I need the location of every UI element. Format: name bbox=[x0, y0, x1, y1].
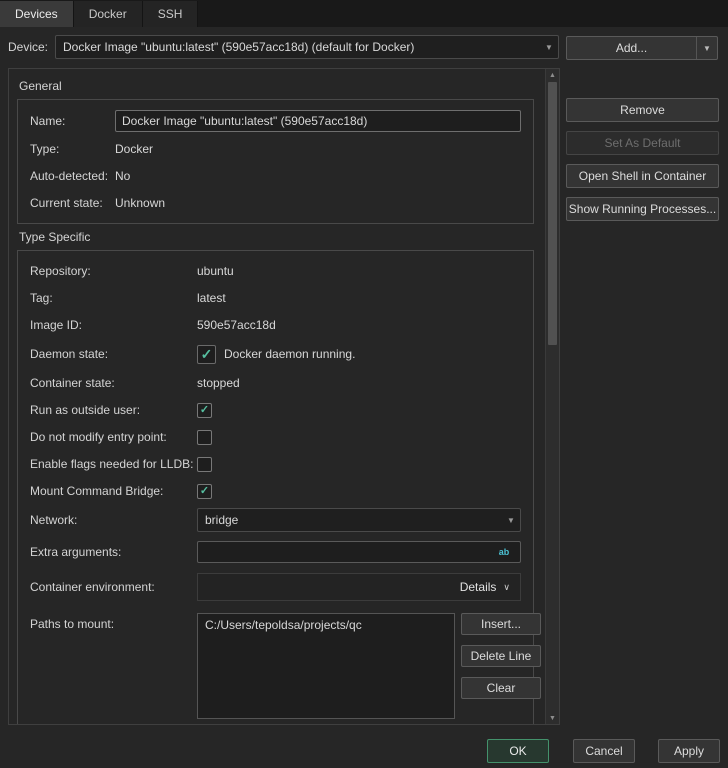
device-select[interactable]: Docker Image "ubuntu:latest" (590e57acc1… bbox=[55, 35, 559, 59]
add-device-button[interactable]: Add... ▼ bbox=[566, 36, 718, 60]
container-state-label: Container state: bbox=[30, 376, 197, 390]
network-label: Network: bbox=[30, 513, 197, 527]
name-input-value: Docker Image "ubuntu:latest" (590e57acc1… bbox=[122, 114, 367, 128]
ok-button[interactable]: OK bbox=[487, 739, 549, 763]
paths-list-item[interactable]: C:/Users/tepoldsa/projects/qc bbox=[205, 618, 447, 632]
device-settings-scroll-area: General Name: Docker Image "ubuntu:lates… bbox=[9, 69, 546, 724]
enable-lldb-flags-label: Enable flags needed for LLDB: bbox=[30, 457, 197, 471]
scrollbar-thumb[interactable] bbox=[548, 82, 557, 345]
tab-docker[interactable]: Docker bbox=[74, 1, 143, 27]
insert-path-button[interactable]: Insert... bbox=[461, 613, 541, 635]
repository-label: Repository: bbox=[30, 264, 197, 278]
repository-value: ubuntu bbox=[197, 264, 234, 278]
type-specific-group-title: Type Specific bbox=[19, 230, 546, 244]
image-id-value: 590e57acc18d bbox=[197, 318, 276, 332]
chevron-down-icon[interactable]: ▼ bbox=[696, 37, 717, 59]
do-not-modify-entry-point-label: Do not modify entry point: bbox=[30, 430, 197, 444]
extra-arguments-input[interactable]: ab bbox=[197, 541, 521, 563]
container-state-value: stopped bbox=[197, 376, 240, 390]
delete-line-button[interactable]: Delete Line bbox=[461, 645, 541, 667]
scroll-up-arrow-icon[interactable]: ▲ bbox=[546, 69, 559, 81]
mount-command-bridge-label: Mount Command Bridge: bbox=[30, 484, 197, 498]
type-label: Type: bbox=[30, 142, 115, 156]
set-as-default-button: Set As Default bbox=[566, 131, 719, 155]
clear-paths-button[interactable]: Clear bbox=[461, 677, 541, 699]
mount-command-bridge-checkbox[interactable]: ✓ bbox=[197, 484, 212, 499]
general-group-title: General bbox=[19, 79, 546, 93]
run-as-outside-user-label: Run as outside user: bbox=[30, 403, 197, 417]
autodetected-label: Auto-detected: bbox=[30, 169, 115, 183]
type-specific-group: Repository: ubuntu Tag: latest Image ID:… bbox=[17, 250, 534, 724]
enable-lldb-flags-checkbox[interactable] bbox=[197, 457, 212, 472]
type-value: Docker bbox=[115, 142, 153, 156]
open-shell-in-container-button[interactable]: Open Shell in Container bbox=[566, 164, 719, 188]
add-device-label: Add... bbox=[567, 41, 696, 55]
tab-devices[interactable]: Devices bbox=[0, 1, 74, 27]
general-group: Name: Docker Image "ubuntu:latest" (590e… bbox=[17, 99, 534, 224]
container-environment-field: Details ∨ bbox=[197, 573, 521, 601]
device-actions: Remove Set As Default Open Shell in Cont… bbox=[566, 98, 717, 230]
daemon-running-check-icon: ✓ bbox=[197, 345, 216, 364]
autodetected-value: No bbox=[115, 169, 130, 183]
chevron-down-icon[interactable]: ∨ bbox=[503, 582, 510, 593]
device-select-value: Docker Image "ubuntu:latest" (590e57acc1… bbox=[56, 40, 540, 54]
name-input[interactable]: Docker Image "ubuntu:latest" (590e57acc1… bbox=[115, 110, 521, 132]
chevron-down-icon: ▼ bbox=[502, 516, 520, 525]
chevron-down-icon: ▼ bbox=[540, 43, 558, 52]
insert-variable-icon[interactable]: ab bbox=[494, 547, 514, 557]
network-select[interactable]: bridge ▼ bbox=[197, 508, 521, 532]
current-state-value: Unknown bbox=[115, 196, 165, 210]
show-running-processes-button[interactable]: Show Running Processes... bbox=[566, 197, 719, 221]
current-state-label: Current state: bbox=[30, 196, 115, 210]
daemon-state-value: Docker daemon running. bbox=[224, 347, 355, 361]
tag-value: latest bbox=[197, 291, 226, 305]
run-as-outside-user-checkbox[interactable]: ✓ bbox=[197, 403, 212, 418]
daemon-state-label: Daemon state: bbox=[30, 347, 197, 361]
details-button[interactable]: Details bbox=[460, 580, 497, 594]
extra-arguments-label: Extra arguments: bbox=[30, 545, 197, 559]
container-environment-label: Container environment: bbox=[30, 580, 197, 594]
tab-bar: Devices Docker SSH bbox=[0, 0, 728, 27]
paths-to-mount-label: Paths to mount: bbox=[30, 613, 197, 631]
do-not-modify-entry-point-checkbox[interactable] bbox=[197, 430, 212, 445]
network-select-value: bridge bbox=[198, 513, 502, 527]
cancel-button[interactable]: Cancel bbox=[573, 739, 635, 763]
device-settings-panel: General Name: Docker Image "ubuntu:lates… bbox=[8, 68, 560, 725]
paths-buttons: Insert... Delete Line Clear bbox=[461, 613, 541, 709]
device-label: Device: bbox=[8, 40, 48, 54]
image-id-label: Image ID: bbox=[30, 318, 197, 332]
name-label: Name: bbox=[30, 114, 115, 128]
tag-label: Tag: bbox=[30, 291, 197, 305]
device-row: Device: Docker Image "ubuntu:latest" (59… bbox=[8, 36, 559, 58]
scroll-down-arrow-icon[interactable]: ▼ bbox=[546, 712, 559, 724]
tab-ssh[interactable]: SSH bbox=[143, 1, 199, 27]
remove-device-button[interactable]: Remove bbox=[566, 98, 719, 122]
vertical-scrollbar[interactable]: ▲ ▼ bbox=[545, 69, 559, 724]
apply-button[interactable]: Apply bbox=[658, 739, 720, 763]
paths-to-mount-list[interactable]: C:/Users/tepoldsa/projects/qc bbox=[197, 613, 455, 719]
